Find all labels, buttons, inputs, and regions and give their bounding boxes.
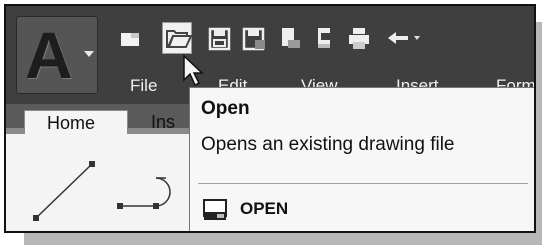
new-button[interactable] <box>116 24 146 52</box>
screenshot-frame: A File Edit View Insert Form Home Ins Op… <box>4 4 536 233</box>
tooltip-title: Open <box>201 98 250 119</box>
new-icon <box>121 33 139 46</box>
tooltip-description: Opens an existing drawing file <box>201 134 455 155</box>
save-to-web-button[interactable] <box>309 24 339 52</box>
tab-home-label: Home <box>47 113 96 133</box>
mouse-cursor-icon <box>183 54 204 87</box>
save-as-button[interactable] <box>238 24 268 52</box>
open-icon <box>166 30 193 48</box>
open-tooltip: Open Opens an existing drawing file OPEN <box>189 87 534 231</box>
open-button[interactable] <box>162 22 193 54</box>
tooltip-divider <box>198 183 528 184</box>
save-button[interactable] <box>204 24 234 52</box>
tab-home[interactable]: Home <box>24 110 128 134</box>
plot-icon <box>349 28 369 49</box>
tab-insert[interactable]: Ins <box>151 112 175 133</box>
open-from-web-button[interactable] <box>274 24 304 52</box>
app-logo: A <box>25 18 73 92</box>
open-command-icon <box>203 199 227 220</box>
save-to-web-icon <box>318 28 330 48</box>
save-icon <box>208 27 231 51</box>
open-from-web-icon <box>282 28 300 48</box>
plot-button[interactable] <box>344 24 374 52</box>
menu-file[interactable]: File <box>130 76 157 96</box>
undo-button[interactable] <box>382 24 420 52</box>
undo-icon <box>388 32 420 44</box>
polyline-icon[interactable] <box>114 166 192 216</box>
tooltip-command-name: OPEN <box>240 199 289 218</box>
line-icon[interactable] <box>26 156 104 226</box>
application-menu-button[interactable]: A <box>16 16 98 94</box>
chevron-down-icon <box>84 51 94 57</box>
frame-shadow-right <box>536 22 542 245</box>
save-as-icon <box>242 27 265 51</box>
frame-shadow <box>24 233 540 245</box>
